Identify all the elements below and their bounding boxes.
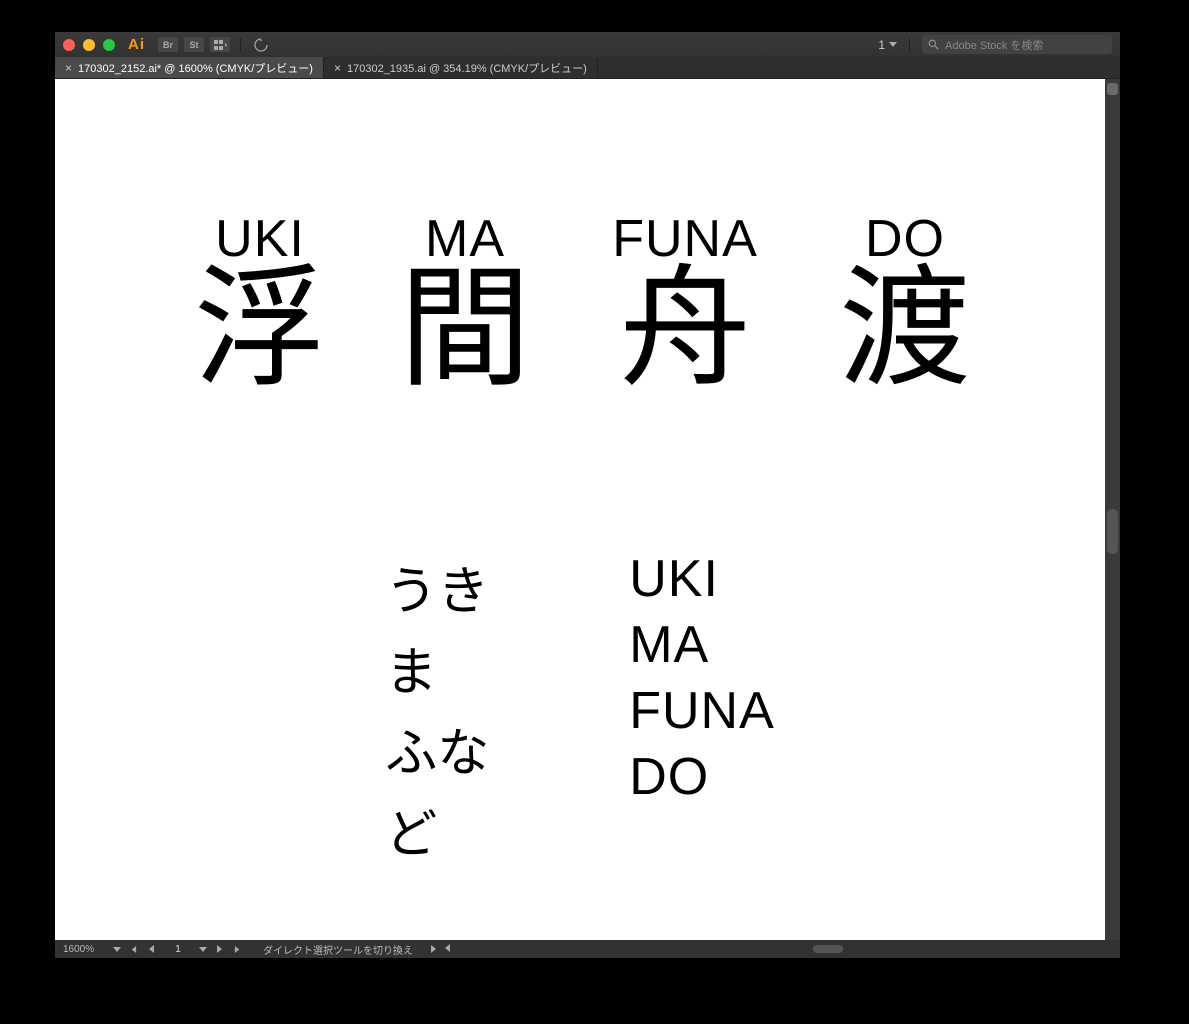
first-artboard-button[interactable]: [127, 946, 139, 953]
hira-text: ま: [385, 630, 489, 705]
close-tab-icon[interactable]: ×: [65, 61, 72, 75]
art-col-1: MA 間: [365, 209, 565, 395]
window-controls: [63, 39, 115, 51]
romaji-text: FUNA: [629, 681, 775, 741]
chevron-down-icon[interactable]: [199, 947, 207, 952]
document-tab-1[interactable]: × 170302_1935.ai @ 354.19% (CMYK/プレビュー): [324, 57, 598, 78]
app-window: Ai Br St 1 Adobe Stock を検索 ×: [55, 32, 1120, 958]
work-area: UKI 浮 MA 間 FUNA 舟 DO 渡: [55, 79, 1120, 940]
close-window-button[interactable]: [63, 39, 75, 51]
romaji-text: MA: [629, 615, 775, 675]
scroll-thumb[interactable]: [813, 945, 843, 953]
hira-text: うき: [385, 549, 489, 624]
stock-search[interactable]: Adobe Stock を検索: [922, 35, 1112, 54]
document-tab-label: 170302_2152.ai* @ 1600% (CMYK/プレビュー): [78, 60, 313, 76]
chevron-down-icon: [889, 42, 897, 47]
artwork-top-row: UKI 浮 MA 間 FUNA 舟 DO 渡: [55, 209, 1105, 395]
scroll-left-button[interactable]: [441, 944, 453, 952]
bridge-icon[interactable]: Br: [158, 37, 178, 52]
current-artboard[interactable]: 1: [163, 944, 193, 955]
search-icon: [928, 39, 939, 50]
toolbar-separator: [240, 38, 241, 52]
titlebar: Ai Br St 1 Adobe Stock を検索: [55, 32, 1120, 57]
hira-text: ど: [385, 792, 489, 867]
art-col-3: DO 渡: [805, 209, 1005, 395]
close-tab-icon[interactable]: ×: [334, 61, 341, 75]
app-logo: Ai: [128, 36, 145, 53]
romaji-column: UKI MA FUNA DO: [629, 549, 775, 867]
stock-icon[interactable]: St: [184, 37, 204, 52]
scroll-top-button[interactable]: [1107, 83, 1118, 95]
kanji-text: 舟: [565, 263, 805, 395]
zoom-level[interactable]: 1600%: [59, 944, 107, 955]
art-col-0: UKI 浮: [155, 209, 365, 395]
hiragana-column: うき ま ふな ど: [385, 549, 489, 867]
scroll-thumb[interactable]: [1107, 509, 1118, 554]
canvas[interactable]: UKI 浮 MA 間 FUNA 舟 DO 渡: [55, 79, 1105, 940]
minimize-window-button[interactable]: [83, 39, 95, 51]
hira-text: ふな: [385, 711, 489, 786]
artwork-content: UKI 浮 MA 間 FUNA 舟 DO 渡: [55, 79, 1105, 940]
kanji-text: 間: [365, 263, 565, 395]
arrange-documents-icon[interactable]: [210, 37, 230, 52]
vertical-scrollbar[interactable]: [1105, 79, 1120, 940]
kanji-text: 浮: [155, 263, 365, 395]
next-artboard-button[interactable]: [213, 945, 225, 953]
tool-hint: ダイレクト選択ツールを切り換え: [263, 942, 413, 957]
kanji-text: 渡: [805, 263, 1005, 395]
toolbar-icons: Br St: [158, 37, 271, 52]
horizontal-scrollbar[interactable]: [451, 944, 1110, 954]
search-placeholder: Adobe Stock を検索: [945, 37, 1043, 53]
status-menu-button[interactable]: [427, 945, 439, 953]
toolbar-separator: [909, 38, 910, 52]
document-tab-0[interactable]: × 170302_2152.ai* @ 1600% (CMYK/プレビュー): [55, 57, 324, 78]
art-col-2: FUNA 舟: [565, 209, 805, 395]
romaji-text: UKI: [629, 549, 775, 609]
gpu-icon[interactable]: [251, 37, 271, 52]
chevron-down-icon[interactable]: [113, 947, 121, 952]
maximize-window-button[interactable]: [103, 39, 115, 51]
artboard-selector-value: 1: [878, 38, 885, 52]
artwork-bottom-block: うき ま ふな ど UKI MA FUNA DO: [385, 549, 775, 867]
last-artboard-button[interactable]: [231, 946, 243, 953]
prev-artboard-button[interactable]: [145, 945, 157, 953]
workspace-switcher[interactable]: 1: [878, 38, 897, 52]
document-tabs: × 170302_2152.ai* @ 1600% (CMYK/プレビュー) ×…: [55, 57, 1120, 79]
status-bar: 1600% 1 ダイレクト選択ツールを切り換え: [55, 940, 1120, 958]
document-tab-label: 170302_1935.ai @ 354.19% (CMYK/プレビュー): [347, 60, 587, 76]
romaji-text: DO: [629, 747, 775, 807]
